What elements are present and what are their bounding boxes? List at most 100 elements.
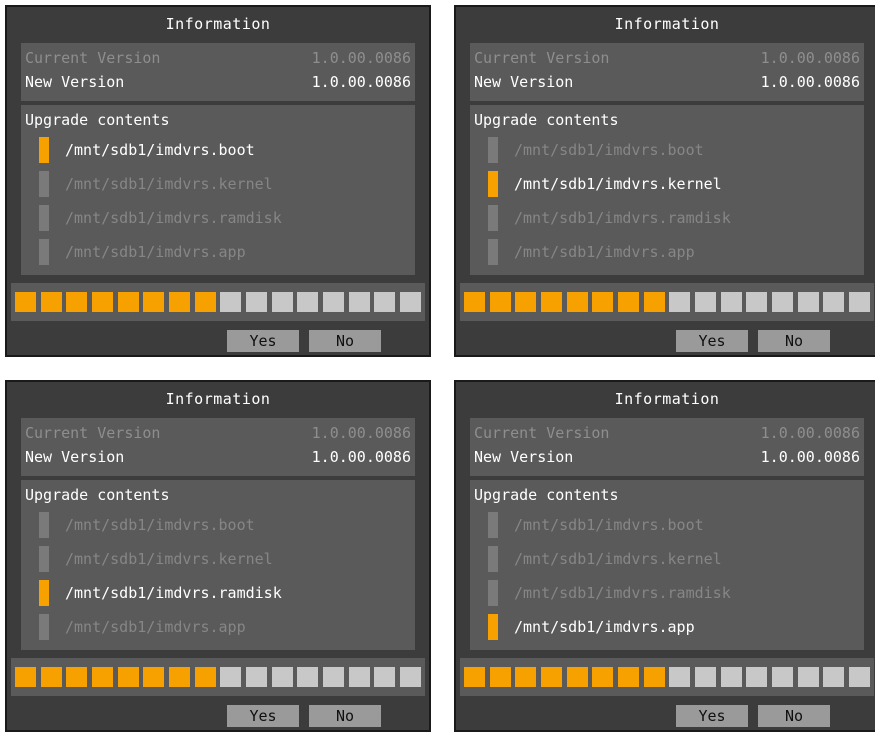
progress-segment (797, 292, 819, 312)
progress-segment (617, 667, 639, 687)
no-button[interactable]: No (309, 705, 381, 727)
progress-segment (297, 667, 319, 687)
progress-segment (194, 667, 216, 687)
file-progress-marker (39, 171, 49, 197)
progress-segment (746, 667, 768, 687)
progress-segment (245, 292, 267, 312)
yes-button[interactable]: Yes (676, 705, 748, 727)
upgrade-contents-heading: Upgrade contents (25, 111, 170, 129)
current-version-row: Current Version 1.0.00.0086 (25, 422, 411, 444)
file-progress-marker (39, 205, 49, 231)
progress-bar (15, 292, 421, 312)
file-progress-marker (488, 614, 498, 640)
file-progress-marker (488, 171, 498, 197)
progress-segment (797, 667, 819, 687)
upgrade-contents-heading: Upgrade contents (25, 486, 170, 504)
progress-bar (464, 292, 870, 312)
file-progress-marker (39, 546, 49, 572)
upgrade-information-dialog: Information Current Version 1.0.00.0086 … (454, 380, 875, 732)
file-path: /mnt/sdb1/imdvrs.app (65, 618, 246, 636)
progress-segment (168, 667, 190, 687)
current-version-row: Current Version 1.0.00.0086 (474, 47, 860, 69)
progress-segment (592, 292, 614, 312)
upgrade-file-item[interactable]: /mnt/sdb1/imdvrs.app (488, 612, 860, 642)
file-path: /mnt/sdb1/imdvrs.boot (65, 141, 255, 159)
upgrade-file-item[interactable]: /mnt/sdb1/imdvrs.kernel (488, 169, 860, 199)
file-path: /mnt/sdb1/imdvrs.app (514, 243, 695, 261)
upgrade-dialog-grid: Information Current Version 1.0.00.0086 … (0, 0, 875, 733)
progress-segment (464, 667, 485, 687)
current-version-row: Current Version 1.0.00.0086 (25, 47, 411, 69)
progress-segment (540, 292, 562, 312)
progress-segment (464, 292, 485, 312)
upgrade-file-item[interactable]: /mnt/sdb1/imdvrs.ramdisk (39, 578, 411, 608)
upgrade-file-item[interactable]: /mnt/sdb1/imdvrs.ramdisk (488, 203, 860, 233)
progress-segment (823, 667, 845, 687)
file-progress-marker (39, 580, 49, 606)
new-version-row: New Version 1.0.00.0086 (474, 446, 860, 468)
upgrade-information-dialog: Information Current Version 1.0.00.0086 … (5, 5, 431, 357)
upgrade-file-item[interactable]: /mnt/sdb1/imdvrs.ramdisk (488, 578, 860, 608)
yes-button[interactable]: Yes (227, 705, 299, 727)
progress-segment (322, 292, 344, 312)
file-progress-marker (39, 512, 49, 538)
yes-button[interactable]: Yes (676, 330, 748, 352)
yes-button[interactable]: Yes (227, 330, 299, 352)
no-button[interactable]: No (309, 330, 381, 352)
new-version-value: 1.0.00.0086 (311, 448, 411, 466)
progress-segment (694, 292, 716, 312)
new-version-row: New Version 1.0.00.0086 (25, 71, 411, 93)
progress-segment (168, 292, 190, 312)
progress-bar (464, 667, 870, 687)
current-version-row: Current Version 1.0.00.0086 (474, 422, 860, 444)
upgrade-file-item[interactable]: /mnt/sdb1/imdvrs.kernel (39, 544, 411, 574)
upgrade-file-item[interactable]: /mnt/sdb1/imdvrs.app (488, 237, 860, 267)
progress-segment (643, 667, 665, 687)
file-progress-marker (488, 580, 498, 606)
progress-segment (91, 667, 113, 687)
progress-segment (297, 292, 319, 312)
upgrade-file-item[interactable]: /mnt/sdb1/imdvrs.boot (488, 135, 860, 165)
version-panel: Current Version 1.0.00.0086 New Version … (21, 43, 415, 101)
progress-segment (220, 667, 242, 687)
progress-segment (194, 292, 216, 312)
progress-segment (40, 667, 62, 687)
progress-segment (348, 292, 370, 312)
dialog-title: Information (165, 390, 271, 408)
dialog-title: Information (614, 390, 720, 408)
no-button[interactable]: No (758, 705, 830, 727)
current-version-value: 1.0.00.0086 (760, 424, 860, 442)
progress-segment (515, 292, 537, 312)
version-panel: Current Version 1.0.00.0086 New Version … (470, 418, 864, 476)
file-path: /mnt/sdb1/imdvrs.app (65, 243, 246, 261)
progress-segment (669, 292, 691, 312)
upgrade-file-item[interactable]: /mnt/sdb1/imdvrs.app (39, 612, 411, 642)
file-path: /mnt/sdb1/imdvrs.ramdisk (514, 209, 731, 227)
progress-segment (15, 292, 36, 312)
upgrade-file-item[interactable]: /mnt/sdb1/imdvrs.boot (39, 510, 411, 540)
file-progress-marker (39, 137, 49, 163)
file-path: /mnt/sdb1/imdvrs.boot (514, 141, 704, 159)
progress-segment (694, 667, 716, 687)
file-progress-marker (488, 546, 498, 572)
progress-segment (348, 667, 370, 687)
new-version-value: 1.0.00.0086 (760, 448, 860, 466)
progress-segment (566, 667, 588, 687)
new-version-row: New Version 1.0.00.0086 (25, 446, 411, 468)
no-button[interactable]: No (758, 330, 830, 352)
progress-segment (91, 292, 113, 312)
progress-segment (399, 292, 421, 312)
file-path: /mnt/sdb1/imdvrs.app (514, 618, 695, 636)
upgrade-file-item[interactable]: /mnt/sdb1/imdvrs.kernel (488, 544, 860, 574)
upgrade-file-item[interactable]: /mnt/sdb1/imdvrs.boot (39, 135, 411, 165)
file-progress-marker (39, 239, 49, 265)
upgrade-file-item[interactable]: /mnt/sdb1/imdvrs.app (39, 237, 411, 267)
upgrade-file-item[interactable]: /mnt/sdb1/imdvrs.ramdisk (39, 203, 411, 233)
file-path: /mnt/sdb1/imdvrs.boot (65, 516, 255, 534)
file-progress-marker (39, 614, 49, 640)
upgrade-file-item[interactable]: /mnt/sdb1/imdvrs.kernel (39, 169, 411, 199)
progress-segment (848, 667, 870, 687)
current-version-label: Current Version (474, 49, 610, 67)
file-path: /mnt/sdb1/imdvrs.ramdisk (65, 584, 282, 602)
upgrade-file-item[interactable]: /mnt/sdb1/imdvrs.boot (488, 510, 860, 540)
